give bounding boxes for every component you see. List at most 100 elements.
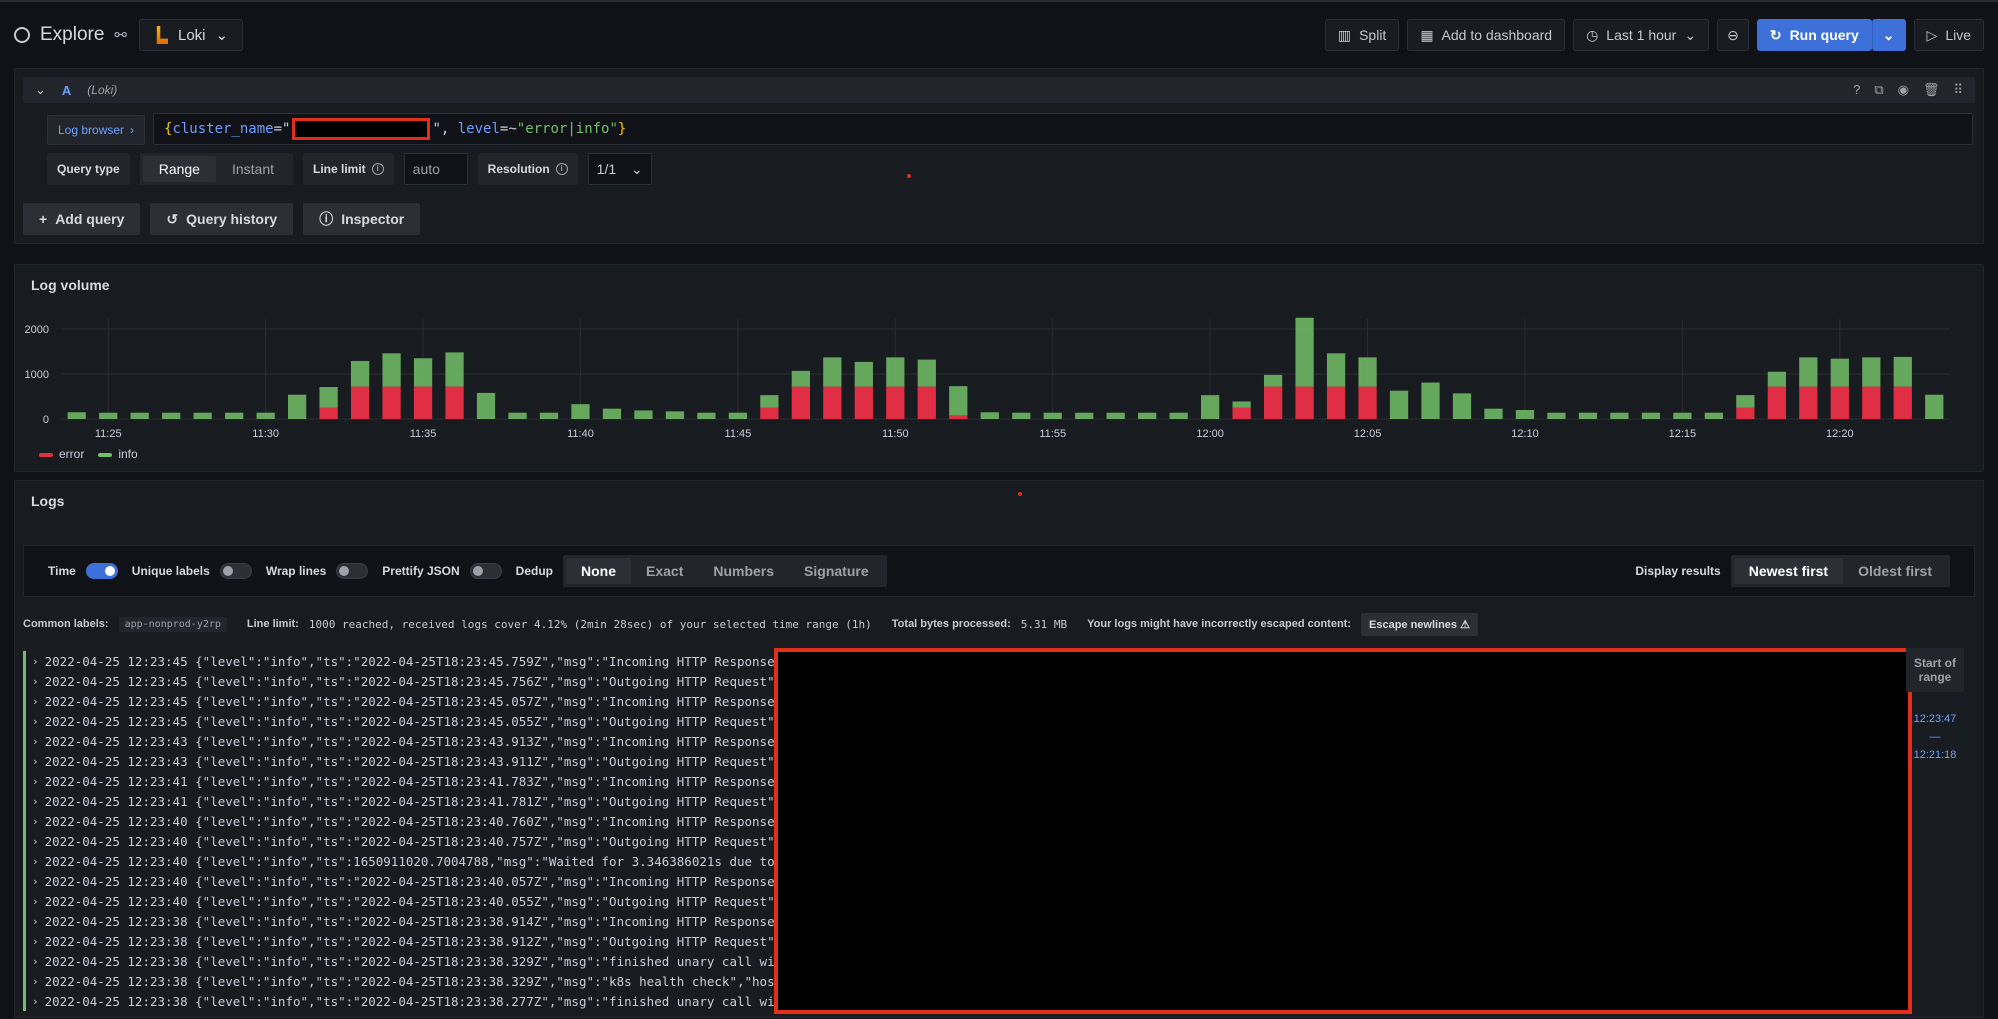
legend-item-info[interactable]: info [98,447,138,461]
resolution-select[interactable]: 1/1 ⌄ [587,153,652,185]
duplicate-icon[interactable]: ⧉ [1874,82,1883,98]
resolution-label-text: Resolution [487,162,550,176]
x-tick-label: 11:30 [252,428,279,440]
expand-chevron-icon[interactable]: › [32,855,39,868]
split-button[interactable]: ▥ Split [1324,19,1400,51]
bar-info [602,408,622,419]
refresh-icon: ↻ [1769,26,1782,43]
bar-info [1421,382,1440,419]
drag-handle-icon[interactable]: ⠿ [1953,82,1963,98]
add-to-dashboard-button[interactable]: ▦ Add to dashboard [1407,19,1566,51]
datasource-picker[interactable]: Loki ⌄ [139,19,244,51]
bar-error [917,386,936,419]
expand-chevron-icon[interactable]: › [32,815,39,828]
dashboard-icon: ▦ [1420,26,1434,43]
expand-chevron-icon[interactable]: › [32,995,39,1008]
expand-chevron-icon[interactable]: › [32,655,39,668]
total-bytes-value: 5.31 MB [1020,617,1068,631]
legend-item-error[interactable]: error [39,447,84,461]
query-datasource-label: (Loki) [87,83,118,97]
query-ref-id[interactable]: A [62,83,71,98]
start-of-range-button[interactable]: Start of range [1906,648,1964,692]
prettify-json-toggle[interactable] [469,563,502,579]
bar-info [697,412,716,419]
x-tick-label: 12:00 [1196,428,1224,440]
run-query-button[interactable]: ↻ Run query [1756,19,1872,51]
bar-info [949,386,968,416]
bar-info [445,352,464,387]
oldest-first-option[interactable]: Oldest first [1843,558,1947,584]
expand-chevron-icon[interactable]: › [32,755,39,768]
log-row-text: 2022-04-25 12:23:41 {"level":"info","ts"… [44,773,790,789]
expand-chevron-icon[interactable]: › [32,695,39,708]
line-limit-label-text: Line limit [313,162,366,176]
unique-labels-toggle[interactable] [219,563,252,579]
bar-info [1925,394,1944,419]
log-row-text: 2022-04-25 12:23:40 {"level":"info","ts"… [44,873,790,889]
expand-chevron-icon[interactable]: › [32,875,39,888]
bar-error [823,386,842,419]
chevron-down-icon: ⌄ [215,27,229,44]
dedup-exact[interactable]: Exact [631,558,698,584]
time-toggle[interactable] [85,563,118,579]
live-button[interactable]: ▷ Live [1913,19,1984,51]
expand-chevron-icon[interactable]: › [32,975,39,988]
bar-info [1736,395,1755,408]
wrap-lines-toggle[interactable] [336,563,369,579]
expand-chevron-icon[interactable]: › [32,715,39,728]
dedup-none[interactable]: None [566,558,631,584]
expand-chevron-icon[interactable]: › [32,775,39,788]
bar-info [1610,412,1629,419]
range-times[interactable]: 12:23:47 — 12:21:18 [1906,710,1964,764]
inspector-button[interactable]: ⓘ Inspector [303,203,421,235]
add-query-button[interactable]: + Add query [23,203,141,235]
bar-info [1641,412,1661,419]
x-tick-label: 11:35 [410,428,437,440]
expr-level-value: "error|info" [516,121,618,137]
expand-chevron-icon[interactable]: › [32,895,39,908]
log-browser-button[interactable]: Log browser › [47,115,146,145]
query-type-instant[interactable]: Instant [216,156,290,182]
expand-chevron-icon[interactable]: › [32,735,39,748]
trash-icon[interactable]: 🗑 [1923,82,1940,98]
log-row-text: 2022-04-25 12:23:40 {"level":"info","ts"… [44,893,783,909]
dedup-signature[interactable]: Signature [789,558,884,584]
x-tick-label: 12:10 [1511,428,1539,440]
legend-swatch-info [98,452,113,457]
bar-info [539,412,559,419]
escape-newlines-button[interactable]: Escape newlines ⚠ [1361,612,1478,636]
bar-info [1169,412,1188,419]
dedup-numbers[interactable]: Numbers [698,558,789,584]
query-history-button[interactable]: ↺ Query history [150,203,294,235]
query-type-range[interactable]: Range [142,156,216,182]
expand-chevron-icon[interactable]: › [32,915,39,928]
expand-chevron-icon[interactable]: › [32,795,39,808]
zoom-out-button[interactable]: ⊖ [1717,19,1749,51]
expand-chevron-icon[interactable]: › [32,955,39,968]
bar-error [382,386,401,419]
expand-chevron-icon[interactable]: › [32,935,39,948]
expr-operator: =" [273,121,291,137]
collapse-chevron-icon[interactable]: ⌄ [35,82,46,98]
eye-icon[interactable]: ◉ [1898,82,1909,98]
bar-info [1893,356,1912,387]
query-options: Query type Range Instant Line limit i aut… [47,153,652,185]
logs-title: Logs [31,493,65,509]
share-icon[interactable]: ⚯ [114,26,127,44]
expand-chevron-icon[interactable]: › [32,675,39,688]
query-input[interactable]: { cluster_name =" ", level =~ "error|inf… [153,113,1973,145]
line-limit-input[interactable]: auto [403,153,468,185]
time-range-label: Last 1 hour [1606,27,1677,43]
bar-info [1232,401,1251,408]
query-type-radio: Range Instant [139,153,293,185]
time-range-picker[interactable]: ◷ Last 1 hour ⌄ [1573,19,1710,51]
expand-chevron-icon[interactable]: › [32,835,39,848]
total-bytes-label: Total bytes processed: [891,618,1011,630]
bar-info [760,395,779,408]
newest-first-option[interactable]: Newest first [1733,558,1844,584]
run-query-interval-dropdown[interactable]: ⌄ [1871,19,1906,51]
prettify-json-label: Prettify JSON [382,564,460,578]
help-icon[interactable]: ? [1853,82,1860,98]
bar-info [1263,374,1283,387]
add-query-label: Add query [55,211,125,227]
